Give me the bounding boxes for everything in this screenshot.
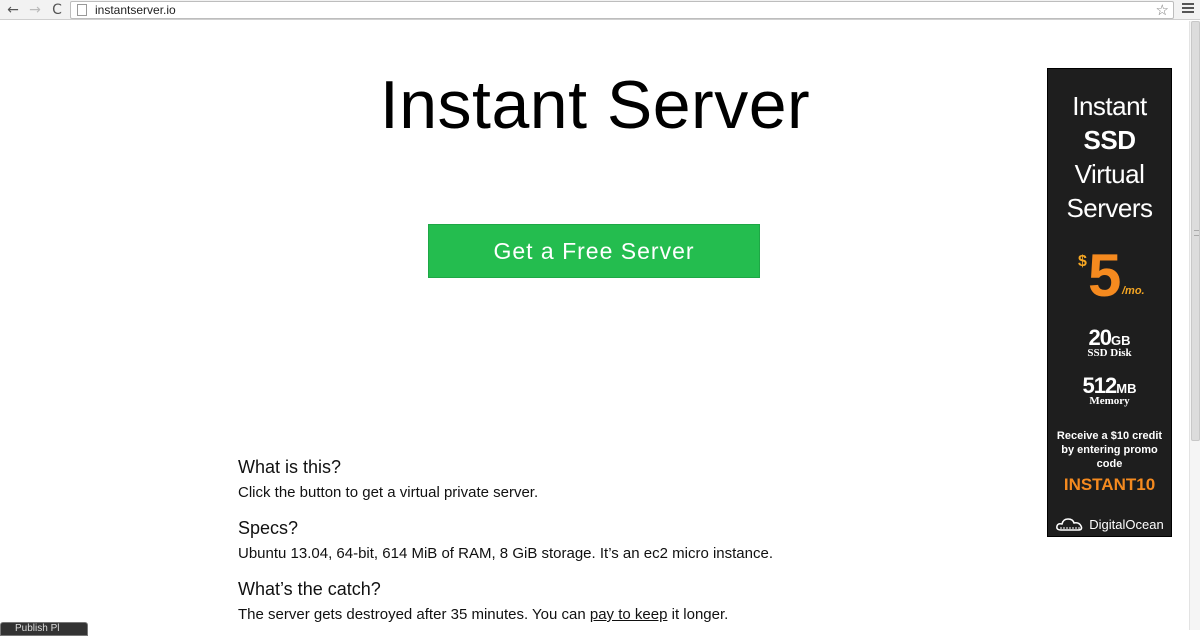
ad-disk-label: SSD Disk [1087,347,1132,359]
address-bar-url[interactable]: instantserver.io [95,3,176,17]
ad-headline-line3: Virtual [1074,159,1145,189]
browser-toolbar: ← → C instantserver.io ☆ [0,0,1200,20]
ad-promo-code: INSTANT10 [1063,475,1156,494]
ad-price: $ 5 /mo. [1048,242,1171,311]
ad-price-period: /mo. [1122,285,1145,297]
ad-disk-unit: GB [1110,333,1131,348]
faq-answer-specs: Ubuntu 13.04, 64-bit, 614 MiB of RAM, 8 … [238,545,773,562]
publish-popup-tab[interactable]: Publish Pl [0,622,88,636]
ad-price-value: 5 [1088,242,1122,309]
cloud-icon [1056,518,1083,531]
ad-headline-line1: Instant [1072,91,1147,121]
ad-price-currency: $ [1078,253,1087,270]
bookmark-star-icon[interactable]: ☆ [1156,1,1169,19]
faq-answer-what-is-this: Click the button to get a virtual privat… [238,484,539,501]
page-scrollbar[interactable] [1189,21,1200,630]
ad-memory-unit: MB [1116,381,1137,396]
ad-brand: DigitalOcean [1048,515,1171,533]
address-bar[interactable]: instantserver.io ☆ [70,1,1174,19]
ad-memory-spec: 512MB Memory [1048,373,1171,407]
forward-arrow-icon[interactable]: → [26,1,44,19]
ad-memory-label: Memory [1089,395,1130,407]
page-icon [77,4,87,16]
ad-headline-line2: SSD [1083,125,1136,155]
ad-headline: Instant SSD Virtual Servers [1048,89,1171,225]
faq-question-what-is-this: What is this? [238,457,342,477]
back-arrow-icon[interactable]: ← [4,1,22,19]
scrollbar-thumb[interactable] [1191,21,1200,441]
scrollbar-grip [1194,230,1199,236]
ad-promo-text: Receive a $10 credit by entering promo c… [1056,430,1163,470]
ad-headline-line4: Servers [1066,193,1153,223]
get-free-server-button[interactable]: Get a Free Server [428,224,760,278]
faq-answer-catch-tail: it longer. [667,606,729,623]
digitalocean-ad-banner[interactable]: Instant SSD Virtual Servers $ 5 /mo. 20G… [1047,68,1172,537]
page-title: Instant Server [379,67,811,143]
ad-brand-name: DigitalOcean [1089,516,1164,532]
faq-answer-catch: The server gets destroyed after 35 minut… [238,606,958,623]
faq-section: What is this? Click the button to get a … [238,457,958,640]
browser-menu-icon[interactable] [1180,1,1196,17]
reload-icon[interactable]: C [48,1,66,19]
faq-question-specs: Specs? [238,518,299,538]
ad-disk-spec: 20GB SSD Disk [1048,325,1171,359]
faq-answer-catch-text: The server gets destroyed after 35 minut… [238,606,590,623]
faq-question-catch: What’s the catch? [238,579,381,599]
pay-to-keep-link[interactable]: pay to keep [590,606,668,623]
